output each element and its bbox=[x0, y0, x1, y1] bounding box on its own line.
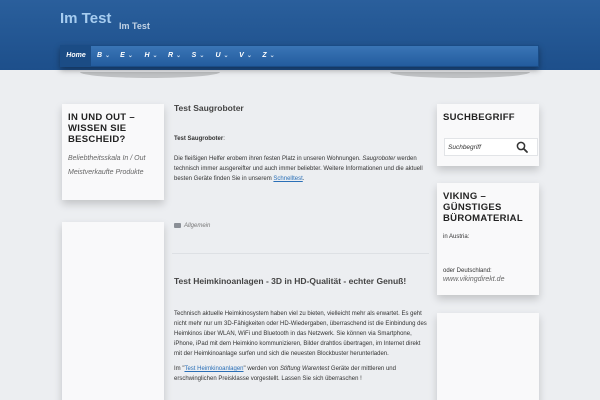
chevron-down-icon: ⌄ bbox=[223, 53, 229, 59]
excerpt-text: Die fleißigen Helfer erobern ihren feste… bbox=[174, 156, 363, 162]
nav-item-home[interactable]: Home bbox=[61, 46, 91, 66]
chevron-down-icon: ⌄ bbox=[269, 53, 275, 59]
search-form bbox=[444, 138, 538, 156]
main-navigation: Home B ⌄ E ⌄ H ⌄ R ⌄ S ⌄ U ⌄ V ⌄ Z ⌄ bbox=[60, 45, 539, 67]
chevron-down-icon: ⌄ bbox=[152, 53, 158, 59]
post-category: Allgemein bbox=[174, 221, 210, 231]
schnelltest-link[interactable]: Schnelltest bbox=[273, 176, 302, 182]
nav-item-u[interactable]: U ⌄ bbox=[211, 46, 233, 66]
nav-item-s[interactable]: S ⌄ bbox=[187, 46, 209, 66]
viking-widget-title: VIKING – GÜNSTIGES BÜROMATERIAL bbox=[443, 191, 523, 224]
excerpt-text: . bbox=[302, 176, 305, 182]
post-lead-strong: Test Saugroboter bbox=[174, 136, 224, 142]
post-excerpt-heimkino: Technisch aktuelle Heimkinosystem haben … bbox=[174, 311, 427, 357]
nav-item-z[interactable]: Z ⌄ bbox=[258, 46, 279, 66]
left-widget-empty bbox=[62, 222, 164, 400]
post-excerpt-heimkino-2: Im "Test Heimkinoanlagen" werden von Sti… bbox=[174, 364, 429, 384]
excerpt-text: Im " bbox=[174, 366, 185, 372]
nav-item-b[interactable]: B ⌄ bbox=[93, 46, 114, 66]
post-title-saugroboter[interactable]: Test Saugroboter bbox=[174, 103, 244, 113]
viking-line-deutschland: oder Deutschland: bbox=[443, 268, 492, 274]
nav-item-label: B bbox=[96, 52, 103, 59]
folder-icon bbox=[174, 222, 181, 228]
nav-item-e[interactable]: E ⌄ bbox=[116, 46, 137, 66]
nav-item-label: E bbox=[120, 52, 125, 59]
nav-item-label: H bbox=[144, 52, 150, 59]
chevron-down-icon: ⌄ bbox=[246, 53, 252, 59]
chevron-down-icon: ⌄ bbox=[176, 53, 182, 59]
widget-title: IN UND OUT – WISSEN SIE BESCHEID? bbox=[68, 112, 135, 145]
nav-item-label: Z bbox=[262, 52, 267, 59]
chevron-down-icon: ⌄ bbox=[105, 53, 111, 59]
post-lead: Test Saugroboter: bbox=[174, 134, 429, 144]
chevron-down-icon: ⌄ bbox=[199, 53, 205, 59]
post-title-heimkinoanlagen[interactable]: Test Heimkinoanlagen - 3D in HD-Qualität… bbox=[174, 276, 406, 286]
nav-item-label: V bbox=[239, 52, 244, 59]
excerpt-emphasis: Saugroboter bbox=[362, 156, 396, 162]
excerpt-emphasis: Stiftung Warentest bbox=[280, 366, 330, 372]
post-excerpt-saugroboter: Die fleißigen Helfer erobern ihren feste… bbox=[174, 154, 429, 184]
search-widget-title: SUCHBEGRIFF bbox=[443, 112, 515, 123]
excerpt-text: " werden von bbox=[243, 366, 280, 372]
viking-widget: VIKING – GÜNSTIGES BÜROMATERIAL in Austr… bbox=[437, 183, 539, 295]
post-divider bbox=[172, 253, 429, 254]
nav-item-label: R bbox=[167, 52, 174, 59]
nav-item-label: U bbox=[215, 52, 221, 59]
nav-item-v[interactable]: V ⌄ bbox=[235, 46, 256, 66]
search-input[interactable] bbox=[448, 141, 514, 153]
vikingdirekt-link[interactable]: www.vikingdirekt.de bbox=[443, 276, 533, 283]
link-beliebtheitsskala[interactable]: Beliebtheitsskala In / Out bbox=[68, 155, 158, 162]
search-widget: SUCHBEGRIFF bbox=[437, 104, 539, 166]
navbar-shadow bbox=[80, 72, 530, 78]
nav-item-h[interactable]: H ⌄ bbox=[140, 46, 162, 66]
link-meistverkaufte-produkte[interactable]: Meistverkaufte Produkte bbox=[68, 169, 158, 176]
left-widget-in-out: IN UND OUT – WISSEN SIE BESCHEID? Belieb… bbox=[62, 104, 164, 200]
test-heimkinoanlagen-link[interactable]: Test Heimkinoanlagen bbox=[184, 366, 243, 372]
chevron-down-icon: ⌄ bbox=[127, 53, 133, 59]
site-title[interactable]: Im Test bbox=[60, 10, 111, 27]
right-widget-empty bbox=[437, 313, 539, 400]
site-tagline: Im Test bbox=[119, 21, 150, 31]
category-link[interactable]: Allgemein bbox=[184, 223, 210, 229]
nav-item-r[interactable]: R ⌄ bbox=[164, 46, 185, 66]
viking-line-austria: in Austria: bbox=[443, 234, 470, 240]
post-lead-suffix: : bbox=[223, 136, 225, 142]
search-icon[interactable] bbox=[515, 140, 529, 154]
nav-item-label: Home bbox=[66, 52, 86, 59]
nav-item-label: S bbox=[191, 52, 197, 59]
